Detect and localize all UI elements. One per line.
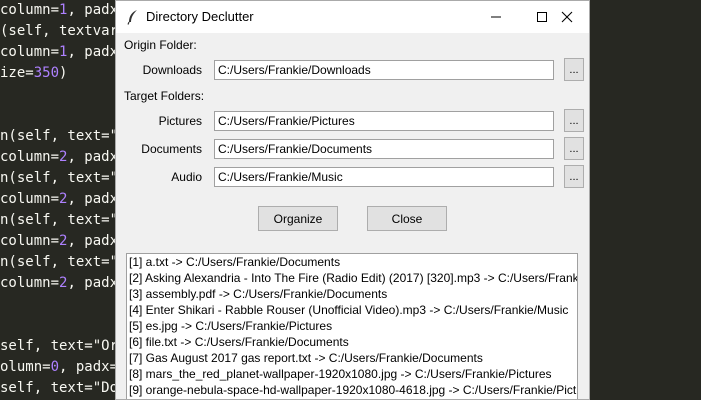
list-item[interactable]: [9] orange-nebula-space-hd-wallpaper-192… [127, 382, 577, 398]
audio-browse-button[interactable]: ... [564, 165, 584, 188]
code-line: column=2, padx= [0, 233, 127, 249]
code-line: self, text="Dow [0, 380, 127, 396]
downloads-label: Downloads [142, 63, 202, 77]
code-line: (self, textvari [0, 23, 127, 39]
close-button[interactable]: Close [367, 206, 447, 231]
results-listbox[interactable]: [1] a.txt -> C:/Users/Frankie/Documents … [126, 253, 578, 399]
origin-folder-label: Origin Folder: [124, 38, 197, 52]
directory-declutter-window: Directory Declutter Origin Folder: Downl… [115, 0, 590, 400]
list-item[interactable]: [5] es.jpg -> C:/Users/Frankie/Pictures [127, 318, 577, 334]
title-bar[interactable]: Directory Declutter [116, 1, 589, 33]
code-line: column=2, padx= [0, 191, 127, 207]
audio-path-field[interactable] [214, 167, 554, 187]
minimize-button[interactable] [473, 1, 519, 33]
feather-icon [126, 9, 140, 25]
pictures-browse-button[interactable]: ... [564, 109, 584, 132]
list-item[interactable]: [1] a.txt -> C:/Users/Frankie/Documents [127, 254, 577, 270]
list-item[interactable]: [3] assembly.pdf -> C:/Users/Frankie/Doc… [127, 286, 577, 302]
list-item[interactable]: [7] Gas August 2017 gas report.txt -> C:… [127, 350, 577, 366]
code-line: olumn=0, padx=5 [0, 359, 126, 375]
close-icon [561, 11, 573, 23]
code-line: column=1, padx= [0, 44, 127, 60]
close-window-button[interactable] [543, 1, 589, 33]
minimize-icon [491, 16, 501, 18]
list-item[interactable]: [8] mars_the_red_planet-wallpaper-1920x1… [127, 366, 577, 382]
downloads-path-field[interactable] [214, 60, 554, 80]
documents-label: Documents [141, 142, 202, 156]
downloads-browse-button[interactable]: ... [564, 58, 584, 81]
pictures-label: Pictures [158, 114, 202, 128]
documents-path-field[interactable] [214, 139, 554, 159]
code-line: column=2, padx= [0, 275, 127, 291]
code-line: n(self, text=". [0, 254, 127, 270]
code-line: self, text="Ori [0, 338, 127, 354]
list-item[interactable]: [6] file.txt -> C:/Users/Frankie/Documen… [127, 334, 577, 350]
code-line: n(self, text=". [0, 212, 127, 228]
code-line: ize=350) [0, 65, 68, 81]
code-line: column=2, padx= [0, 149, 127, 165]
code-line: column=1, padx= [0, 2, 127, 18]
audio-label: Audio [171, 170, 202, 184]
list-item[interactable]: [4] Enter Shikari - Rabble Rouser (Unoff… [127, 302, 577, 318]
code-line: n(self, text=". [0, 170, 127, 186]
pictures-path-field[interactable] [214, 111, 554, 131]
organize-button[interactable]: Organize [258, 206, 338, 231]
window-title: Directory Declutter [146, 9, 254, 24]
code-editor[interactable]: column=1, padx= (self, textvari column=1, … [0, 0, 126, 400]
target-folders-label: Target Folders: [124, 89, 205, 103]
list-item[interactable]: [2] Asking Alexandria - Into The Fire (R… [127, 270, 577, 286]
code-line: n(self, text=". [0, 128, 127, 144]
documents-browse-button[interactable]: ... [564, 137, 584, 160]
